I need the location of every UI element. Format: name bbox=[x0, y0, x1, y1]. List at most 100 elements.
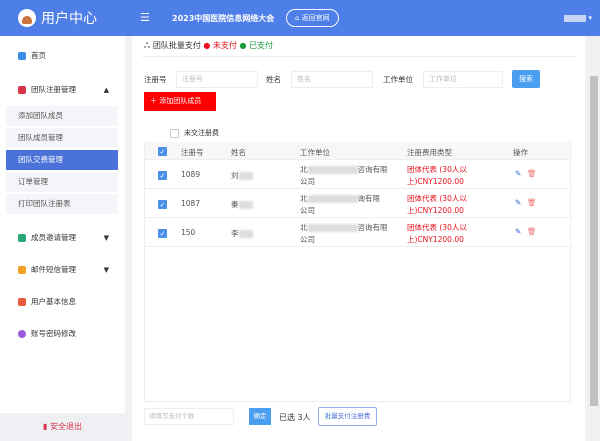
member-name: 李 bbox=[231, 228, 253, 239]
sidebar-sub-fee-management[interactable]: 团队交费管理 bbox=[6, 150, 118, 170]
main-panel: ஃ 团队批量支付 ● 未支付 ● 已支付 注册号 注册号 姓名 姓名 工作单位 … bbox=[132, 36, 585, 441]
logout-icon: ▮ bbox=[43, 422, 50, 431]
label: 用户基本信息 bbox=[31, 297, 76, 306]
sidebar-sub-orders[interactable]: 订单管理 bbox=[6, 172, 118, 192]
key-icon bbox=[18, 330, 26, 338]
search-button[interactable]: 搜索 bbox=[512, 70, 540, 88]
reg-label: 注册号 bbox=[144, 75, 167, 84]
table-header: ✓ 注册号 姓名 工作单位 注册费用类型 操作 bbox=[145, 142, 572, 160]
unpaid-checkbox[interactable] bbox=[170, 128, 179, 138]
sidebar-item-team-registration[interactable]: 团队注册管理 ▲ bbox=[0, 80, 125, 100]
sidebar-sub-member-management[interactable]: 团队成员管理 bbox=[6, 128, 118, 148]
logout-label: 安全退出 bbox=[49, 422, 82, 431]
unpaid-legend: ● 未支付 bbox=[203, 41, 237, 50]
delete-icon[interactable]: 🗑 bbox=[527, 198, 537, 207]
header: 用户中心 ☰ 2023中国医院信息网络大会 ⌂ 返回官网 ▾ bbox=[0, 0, 600, 36]
select-all-checkbox[interactable]: ✓ bbox=[158, 146, 167, 156]
home-button[interactable]: ⌂ 返回官网 bbox=[286, 9, 339, 27]
unit-start: 北 bbox=[300, 223, 308, 232]
unit-label: 工作单位 bbox=[383, 75, 413, 84]
paid-legend: ● 已支付 bbox=[239, 41, 273, 50]
col-name: 姓名 bbox=[231, 148, 246, 157]
fee-type: 团体代表 (30人以上)CNY1200.00 bbox=[407, 223, 467, 244]
reg-input[interactable]: 注册号 bbox=[176, 71, 258, 88]
profile-icon bbox=[18, 298, 26, 306]
unit-blurred bbox=[307, 195, 358, 203]
unit-line2: 公司 bbox=[300, 235, 315, 244]
edit-icon[interactable]: ✎ bbox=[515, 169, 521, 178]
user-menu[interactable]: ▾ bbox=[564, 14, 592, 22]
avatar-icon bbox=[18, 9, 36, 27]
home-icon bbox=[18, 52, 26, 60]
group-icon: ஃ bbox=[144, 41, 153, 50]
reg-number: 1087 bbox=[181, 199, 201, 208]
logout-button[interactable]: ▮ 安全退出 bbox=[0, 413, 125, 441]
table-row: ✓ 150 李 北 咨询有限 公司 团体代表 (30人以上)CNY1200.00 ✎… bbox=[145, 218, 572, 247]
sidebar: 首页 团队注册管理 ▲ 添加团队成员 团队成员管理 团队交费管理 订单管理 打印团… bbox=[0, 36, 125, 441]
sidebar-item-password[interactable]: 账号密码修改 bbox=[0, 324, 125, 344]
unpaid-filter[interactable]: 未交注册费 bbox=[170, 128, 219, 138]
name-blurred bbox=[238, 201, 253, 209]
add-member-button[interactable]: ＋ 添加团队成员 bbox=[144, 92, 216, 111]
confirm-button[interactable]: 确定 bbox=[249, 408, 271, 425]
plus-icon: ＋ bbox=[150, 97, 160, 105]
unit-blurred bbox=[307, 224, 358, 232]
row-checkbox[interactable]: ✓ bbox=[158, 228, 167, 238]
pay-count-input[interactable]: 请填写支付个数 bbox=[144, 408, 234, 425]
conference-title: 2023中国医院信息网络大会 bbox=[172, 14, 275, 23]
sidebar-sub-add-member[interactable]: 添加团队成员 bbox=[6, 106, 118, 126]
member-name: 刘 bbox=[231, 170, 253, 181]
name-first-char: 李 bbox=[231, 229, 239, 238]
label: 首页 bbox=[31, 51, 46, 60]
unit-line2: 公司 bbox=[300, 177, 315, 186]
menu-toggle-icon[interactable]: ☰ bbox=[140, 11, 150, 24]
unit-end: 询有限 bbox=[357, 194, 381, 203]
work-unit: 北 咨询有限 公司 bbox=[300, 164, 388, 188]
home-icon: ⌂ bbox=[295, 14, 302, 22]
reg-number: 150 bbox=[181, 228, 196, 237]
delete-icon[interactable]: 🗑 bbox=[527, 169, 537, 178]
col-fee: 注册费用类型 bbox=[407, 148, 452, 157]
scrollbar-thumb[interactable] bbox=[590, 76, 598, 406]
users-icon bbox=[18, 234, 26, 242]
edit-icon[interactable]: ✎ bbox=[515, 227, 521, 236]
col-actions: 操作 bbox=[513, 148, 528, 157]
add-label: 添加团队成员 bbox=[159, 97, 202, 105]
unit-blurred bbox=[307, 166, 358, 174]
selected-count: 已选 3人 bbox=[279, 413, 311, 422]
delete-icon[interactable]: 🗑 bbox=[527, 227, 537, 236]
edit-icon[interactable]: ✎ bbox=[515, 198, 521, 207]
label: 账号密码修改 bbox=[31, 329, 76, 338]
members-table: ✓ 注册号 姓名 工作单位 注册费用类型 操作 ✓ 1089 刘 北咨询有限 公司… bbox=[144, 142, 572, 402]
row-checkbox[interactable]: ✓ bbox=[158, 199, 167, 209]
logo-text: 用户中心 bbox=[41, 11, 97, 27]
name-blurred bbox=[238, 172, 253, 180]
col-unit: 工作单位 bbox=[300, 148, 330, 157]
fee-type: 团体代表 (30人以上)CNY1200.00 bbox=[407, 194, 467, 215]
home-label: 返回官网 bbox=[301, 14, 330, 22]
work-unit: 北 咨询有限 公司 bbox=[300, 222, 388, 246]
table-row: ✓ 1089 刘 北咨询有限 公司 团体代表 (30人以上)CNY1200.00 … bbox=[145, 160, 572, 189]
sidebar-item-profile[interactable]: 用户基本信息 bbox=[0, 292, 125, 312]
unit-end: 咨询有限 bbox=[357, 165, 388, 174]
unit-input[interactable]: 工作单位 bbox=[423, 71, 503, 88]
paid-label: 已支付 bbox=[248, 41, 273, 50]
batch-pay-button[interactable]: 批量支付注册费 bbox=[318, 407, 377, 426]
username-blurred bbox=[564, 14, 587, 22]
row-checkbox[interactable]: ✓ bbox=[158, 170, 167, 180]
logo: 用户中心 bbox=[18, 8, 97, 28]
sidebar-sub-print[interactable]: 打印团队注册表 bbox=[6, 194, 118, 214]
id-card-icon bbox=[18, 86, 26, 94]
scrollbar[interactable] bbox=[588, 36, 600, 441]
mail-icon bbox=[18, 266, 26, 274]
chevron-down-icon: ▼ bbox=[103, 234, 109, 242]
table-row: ✓ 1087 秦 北 询有限 公司 团体代表 (30人以上)CNY1200.00 ✎… bbox=[145, 189, 572, 218]
page-title: ஃ 团队批量支付 ● 未支付 ● 已支付 bbox=[144, 40, 273, 51]
chevron-up-icon: ▲ bbox=[103, 86, 109, 94]
sidebar-item-invite[interactable]: 成员邀请管理 ▼ bbox=[0, 228, 125, 248]
col-reg: 注册号 bbox=[181, 148, 204, 157]
sidebar-item-home[interactable]: 首页 bbox=[0, 46, 125, 66]
sidebar-item-mail[interactable]: 邮件短信管理 ▼ bbox=[0, 260, 125, 280]
reg-number: 1089 bbox=[181, 170, 201, 179]
name-input[interactable]: 姓名 bbox=[291, 71, 373, 88]
